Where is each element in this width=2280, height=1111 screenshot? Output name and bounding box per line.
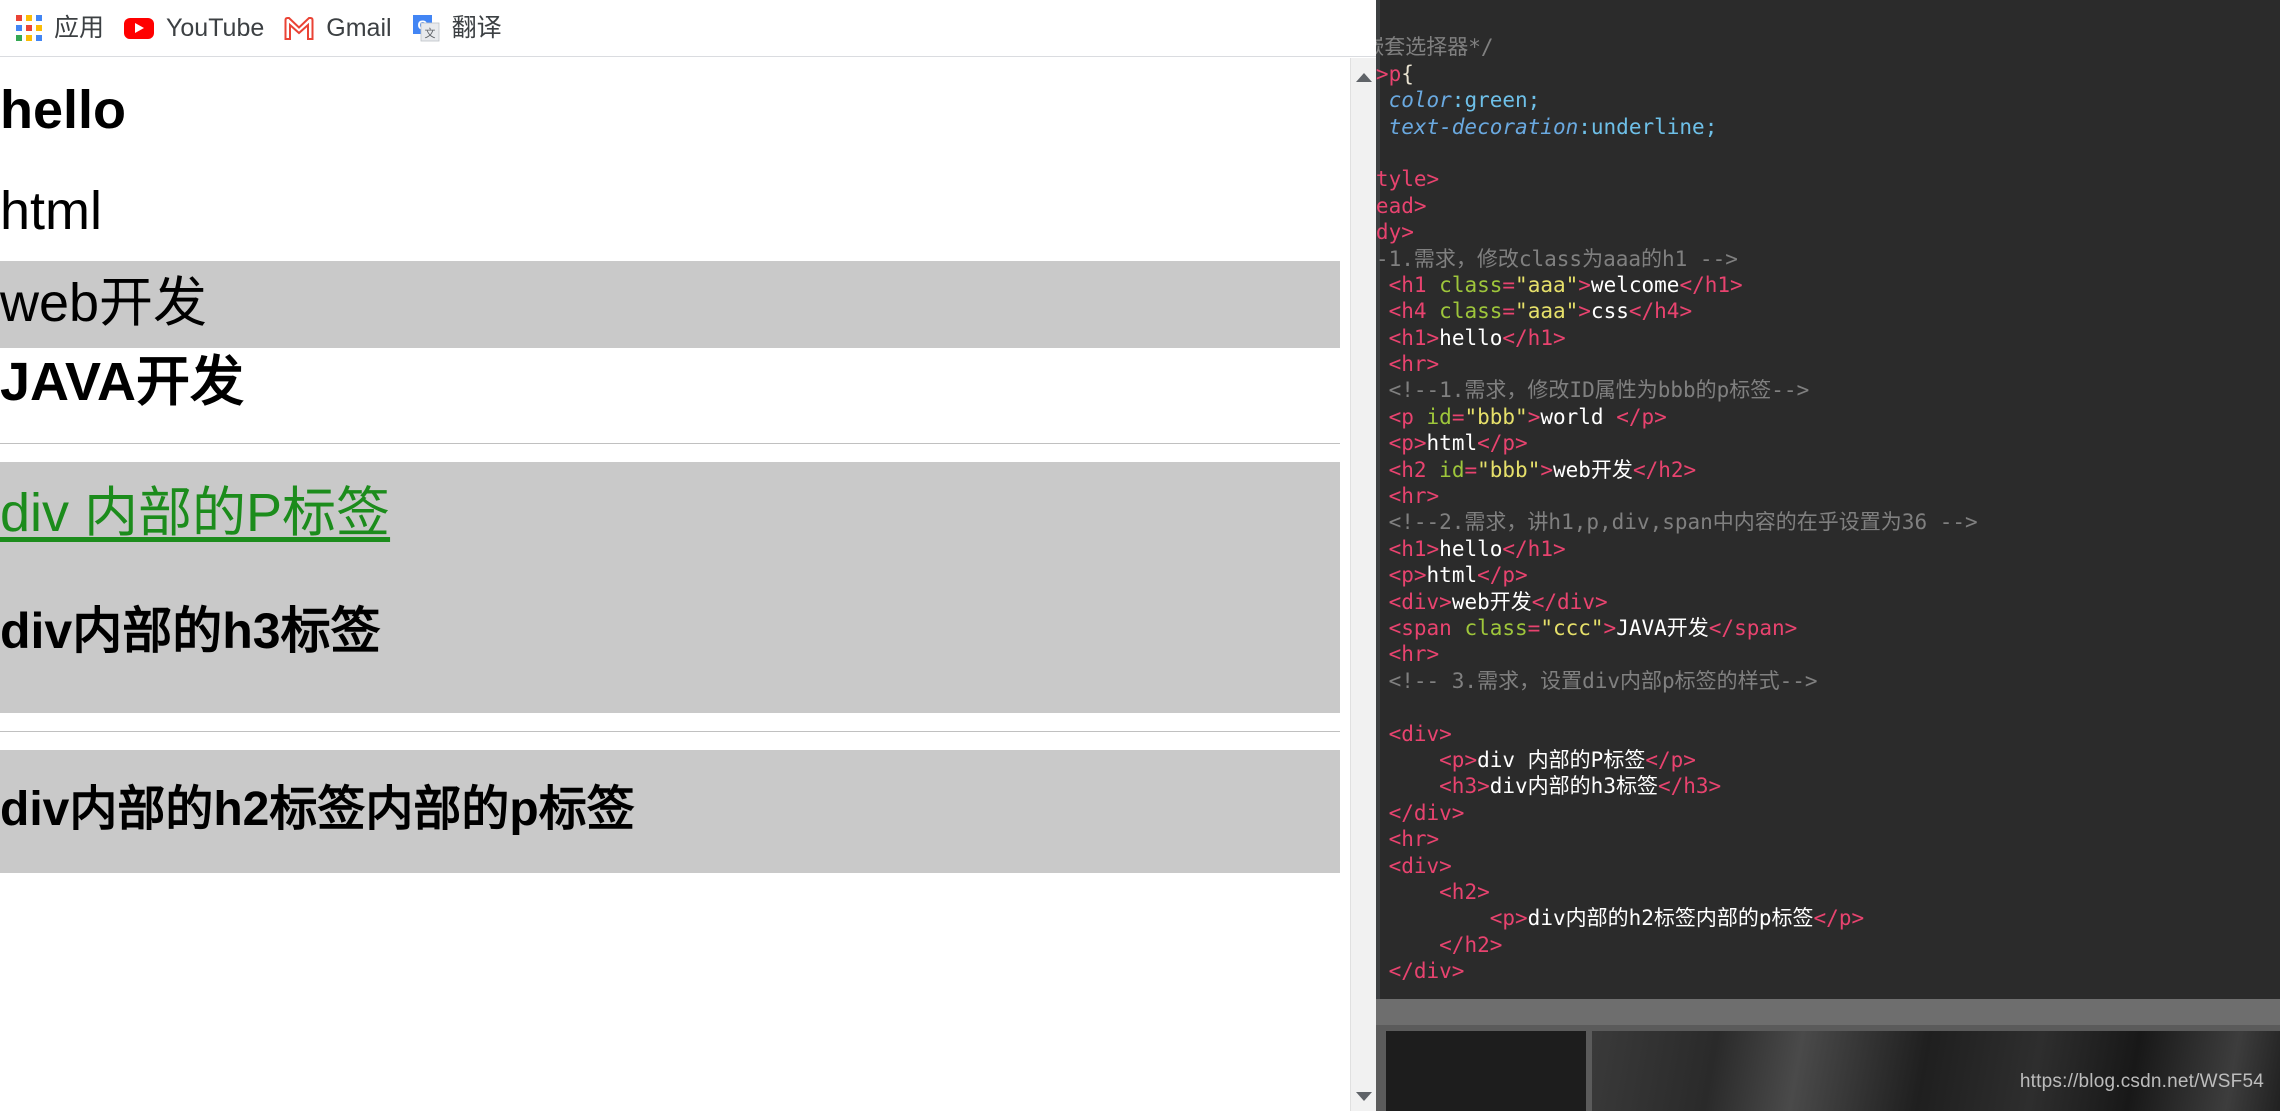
rendered-div1-h3: div内部的h3标签	[0, 602, 381, 659]
apps-grid-icon	[16, 15, 42, 41]
bookmark-gmail-label: Gmail	[326, 13, 392, 42]
code-line: <span class="ccc">JAVA开发</span>	[1388, 615, 1798, 640]
code-line: <p>div 内部的P标签</p>	[1439, 747, 1696, 772]
rendered-hr-2	[0, 730, 1340, 732]
watermark-text: https://blog.csdn.net/WSF54	[2019, 1071, 2264, 1092]
code-line: </div>	[1388, 959, 1465, 984]
rendered-html-document: hello html web开发 JAVA开发 div 内部的P标签 div内部…	[0, 58, 1340, 873]
bookmark-translate[interactable]: G 文 翻译	[402, 6, 512, 50]
code-line: <body>	[1376, 220, 1414, 245]
code-line: <hr>	[1388, 484, 1440, 509]
code-line: <h1>hello</h1>	[1388, 536, 1566, 561]
browser-window: 应用 YouTube Gmail G	[0, 0, 1376, 1111]
rendered-span-java: JAVA开发	[0, 352, 245, 413]
page-scrollbar[interactable]	[1350, 58, 1376, 1111]
code-line: <div>	[1388, 721, 1452, 746]
code-line: <!--2.需求，讲h1,p,div,span中内容的在乎设置为36 -->	[1388, 510, 1978, 535]
code-line: <hr>	[1388, 827, 1440, 852]
bookmark-translate-label: 翻译	[451, 13, 502, 42]
code-line: <h1>hello</h1>	[1388, 325, 1566, 350]
code-line: <!--1.需求，修改ID属性为bbb的p标签-->	[1388, 378, 1810, 403]
rendered-div2-h2: div内部的h2标签内部的p标签	[0, 756, 1340, 865]
scroll-up-arrow-icon[interactable]	[1351, 64, 1376, 90]
code-line: <p>html</p>	[1388, 431, 1528, 456]
bookmark-apps-label: 应用	[54, 13, 105, 42]
dock-left-pane	[1386, 1031, 1586, 1111]
code-line: <!--1.需求，修改class为aaa的h1 -->	[1376, 246, 1738, 271]
code-line: <hr>	[1388, 642, 1440, 667]
code-line: </h2>	[1439, 932, 1503, 957]
code-line: <div>web开发</div>	[1388, 589, 1608, 614]
code-line: <h3>div内部的h3标签</h3>	[1439, 774, 1722, 799]
rendered-div-block-1: div 内部的P标签 div内部的h3标签	[0, 461, 1340, 713]
scroll-down-arrow-icon[interactable]	[1351, 1083, 1376, 1109]
rendered-hr-1	[0, 442, 1340, 444]
editor-bottom-dock: https://blog.csdn.net/WSF54	[1376, 1025, 2280, 1111]
bookmark-gmail[interactable]: Gmail	[274, 6, 401, 50]
youtube-icon	[124, 17, 155, 39]
code-line: </div>	[1388, 800, 1465, 825]
code-line: <h1 class="aaa">welcome</h1>	[1388, 272, 1743, 297]
bookmark-youtube[interactable]: YouTube	[114, 6, 274, 50]
code-line: </style>	[1376, 167, 1440, 192]
svg-text:文: 文	[424, 26, 435, 40]
rendered-div-block-2: div内部的h2标签内部的p标签	[0, 749, 1340, 873]
code-line: <p id="bbb">world </p>	[1388, 404, 1667, 429]
code-line: }	[1376, 140, 2280, 166]
code-editor-panel: }/*嵌套选择器*/div>p{ color:green; text-decor…	[1376, 0, 2280, 1111]
code-line: </head>	[1376, 193, 1427, 218]
rendered-div-web: web开发	[0, 261, 1340, 349]
code-line: /*嵌套选择器*/	[1376, 35, 1494, 60]
code-line: <hr>	[1388, 352, 1440, 377]
page-viewport: hello html web开发 JAVA开发 div 内部的P标签 div内部…	[0, 58, 1376, 1111]
google-translate-icon: G 文	[412, 14, 440, 42]
screen-root: 应用 YouTube Gmail G	[0, 0, 2280, 1111]
code-line: }	[1376, 8, 2280, 34]
rendered-h1-hello: hello	[0, 80, 127, 140]
code-line: <h4 class="aaa">css</h4>	[1388, 299, 1693, 324]
code-line: <p>div内部的h2标签内部的p标签</p>	[1489, 906, 1865, 931]
rendered-div1-p: div 内部的P标签	[0, 482, 391, 543]
code-line: <h2 id="bbb">web开发</h2>	[1388, 457, 1697, 482]
code-line: <!-- 3.需求，设置div内部p标签的样式-->	[1388, 668, 1818, 693]
code-line: <h2>	[1439, 879, 1490, 904]
bookmark-apps[interactable]: 应用	[6, 6, 114, 50]
code-line: <div>	[1388, 853, 1452, 878]
code-line: color:green;	[1388, 88, 1541, 113]
code-line: div>p{	[1376, 61, 1414, 86]
rendered-div2-h2-p: div内部的h2标签内部的p标签	[0, 782, 635, 836]
bookmarks-bar: 应用 YouTube Gmail G	[0, 0, 1376, 57]
code-line: <p>html</p>	[1388, 563, 1528, 588]
bookmark-youtube-label: YouTube	[166, 13, 265, 42]
rendered-p-html: html	[0, 180, 103, 241]
gmail-icon	[284, 16, 314, 40]
source-code-text[interactable]: }/*嵌套选择器*/div>p{ color:green; text-decor…	[1376, 8, 2280, 984]
editor-status-strip	[1376, 999, 2280, 1025]
code-line: text-decoration:underline;	[1388, 114, 1718, 139]
